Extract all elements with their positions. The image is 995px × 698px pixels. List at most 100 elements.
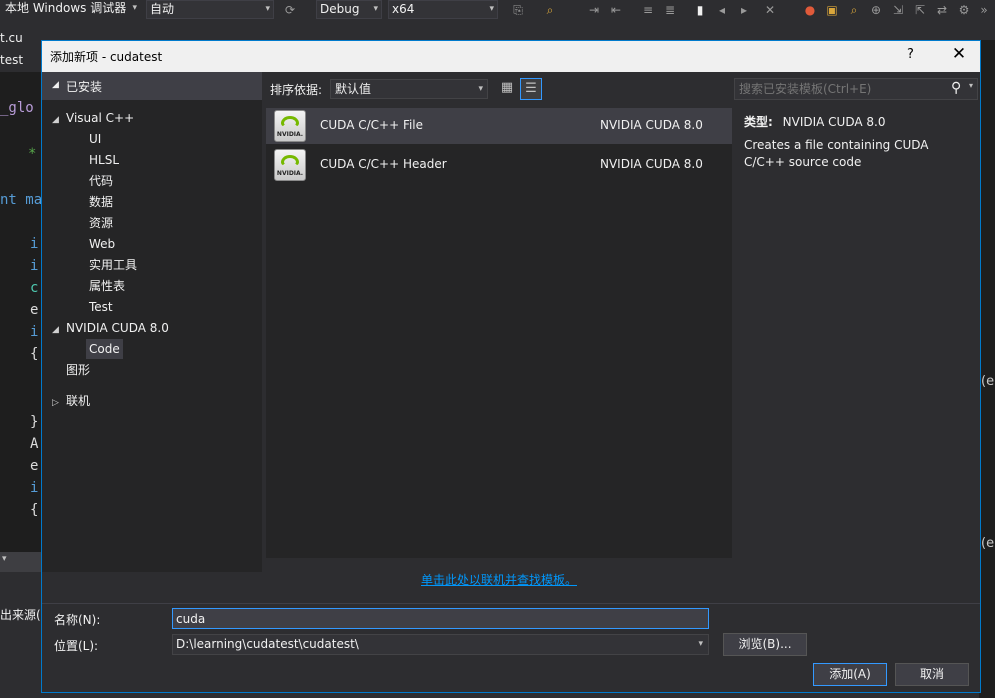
template-language: NVIDIA CUDA 8.0: [600, 118, 703, 132]
code-editor[interactable]: _glo * nt ma i i c e i { } A e i {: [0, 72, 42, 552]
prev-bookmark-icon[interactable]: ◂: [714, 2, 730, 18]
uncomment-icon[interactable]: ≣: [662, 2, 678, 18]
folder-icon[interactable]: ▣: [824, 2, 840, 18]
name-field[interactable]: [172, 608, 709, 629]
name-label: 名称(N):: [54, 613, 101, 627]
chevron-down-icon: ▾: [132, 3, 137, 13]
tree-item-visual-cpp[interactable]: ◢ Visual C++: [52, 108, 134, 128]
chevron-down-icon[interactable]: ▾: [969, 81, 973, 90]
sync-icon[interactable]: ⇄: [934, 2, 950, 18]
location-dropdown[interactable]: D:\learning\cudatest\cudatest\ ▾: [172, 634, 709, 655]
code-fragment: (e: [981, 536, 995, 551]
sort-label: 排序依据:: [270, 83, 323, 97]
code-line: i: [30, 480, 39, 496]
extension-icon[interactable]: ●: [802, 2, 818, 18]
tree-item-ui[interactable]: UI: [89, 129, 101, 149]
help-button[interactable]: ?: [907, 47, 914, 62]
cancel-button[interactable]: 取消: [895, 663, 969, 686]
clear-bookmarks-icon[interactable]: ✕: [762, 2, 778, 18]
find-icon[interactable]: ⌕: [542, 2, 558, 18]
code-line: A: [30, 436, 39, 452]
tree-item-code[interactable]: 代码: [89, 171, 113, 191]
code-line: nt ma: [0, 192, 42, 208]
template-language: NVIDIA CUDA 8.0: [600, 157, 703, 171]
list-view-icon[interactable]: ☰: [520, 78, 542, 100]
code-line: i: [30, 236, 39, 252]
code-line: e: [30, 458, 39, 474]
category-tree: ◢ 已安装 ◢ Visual C++ UI HLSL 代码 数据 资源 Web 实…: [42, 72, 262, 572]
browse-button[interactable]: 浏览(B)...: [723, 633, 807, 656]
tree-item-hlsl[interactable]: HLSL: [89, 150, 119, 170]
comment-icon[interactable]: ≡: [640, 2, 656, 18]
type-line: 类型: NVIDIA CUDA 8.0: [744, 113, 885, 130]
tree-item-online[interactable]: ▷ 联机: [52, 391, 90, 411]
add-button[interactable]: 添加(A): [813, 663, 887, 686]
location-label: 位置(L):: [54, 639, 99, 653]
search-icon[interactable]: ⚲: [951, 80, 961, 96]
next-bookmark-icon[interactable]: ▸: [736, 2, 752, 18]
code-line: c: [30, 280, 39, 296]
attach-icon[interactable]: ⎘: [510, 2, 526, 18]
tree-item-cuda-code[interactable]: Code: [86, 339, 123, 359]
auto-combo[interactable]: 自动 ▾: [146, 0, 274, 19]
tree-item-test[interactable]: Test: [89, 297, 113, 317]
dialog-title: 添加新项 - cudatest: [50, 50, 163, 64]
tab-project[interactable]: test: [0, 53, 23, 71]
close-icon[interactable]: ✕: [947, 44, 971, 66]
tab-source-file[interactable]: t.cu: [0, 31, 23, 49]
type-value: NVIDIA CUDA 8.0: [782, 115, 886, 129]
tree-item-resource[interactable]: 资源: [89, 213, 113, 233]
expand-icon[interactable]: ⇱: [912, 2, 928, 18]
ide-tab-strip: t.cu test: [0, 30, 42, 72]
tree-item-nvidia-cuda[interactable]: ◢ NVIDIA CUDA 8.0: [52, 318, 169, 338]
code-line: {: [30, 346, 39, 362]
nvidia-icon: NVIDIA.: [274, 110, 306, 142]
template-description: Creates a file containing CUDA C/C++ sou…: [744, 138, 929, 169]
code-line: _glo: [0, 100, 34, 116]
search-input[interactable]: [735, 79, 947, 99]
code-line: *: [28, 146, 37, 162]
debugger-combo[interactable]: 本地 Windows 调试器 ▾: [2, 0, 140, 19]
code-line: i: [30, 258, 39, 274]
zoom-icon[interactable]: ⊕: [868, 2, 884, 18]
tree-item-data[interactable]: 数据: [89, 192, 113, 212]
configuration-combo[interactable]: Debug ▾: [316, 0, 382, 19]
output-panel: ▾ 出来源(S): [0, 552, 53, 698]
tree-item-utility[interactable]: 实用工具: [89, 255, 137, 275]
sort-dropdown[interactable]: 默认值 ▾: [330, 79, 488, 99]
template-search[interactable]: ⚲ ▾: [734, 78, 978, 100]
find-templates-online-link[interactable]: 单击此处以联机并查找模板。: [266, 571, 732, 588]
platform-combo-label: x64: [392, 2, 415, 16]
refresh-icon[interactable]: ⟳: [282, 2, 298, 18]
overflow-icon[interactable]: »: [976, 2, 992, 18]
code-line: }: [30, 414, 39, 430]
collapsed-triangle-icon: ▷: [52, 398, 59, 408]
indent-icon[interactable]: ⇥: [586, 2, 602, 18]
search-files-icon[interactable]: ⌕: [846, 2, 862, 18]
expand-triangle-icon: ◢: [52, 325, 59, 335]
right-margin: (e (e: [979, 40, 995, 698]
nvidia-icon-text: NVIDIA.: [276, 170, 304, 177]
template-item-cuda-header[interactable]: NVIDIA. CUDA C/C++ Header NVIDIA CUDA 8.…: [266, 147, 732, 183]
configuration-combo-label: Debug: [320, 2, 360, 16]
tree-item-web[interactable]: Web: [89, 234, 115, 254]
outdent-icon[interactable]: ⇤: [608, 2, 624, 18]
location-value: D:\learning\cudatest\cudatest\: [176, 637, 359, 651]
scroll-bar[interactable]: ▾: [0, 552, 42, 572]
template-item-cuda-file[interactable]: NVIDIA. CUDA C/C++ File NVIDIA CUDA 8.0: [266, 108, 732, 144]
bookmark-icon[interactable]: ▮: [692, 2, 708, 18]
tree-item-graphics[interactable]: 图形: [66, 360, 90, 380]
template-name: CUDA C/C++ File: [320, 118, 424, 132]
tree-item-label: NVIDIA CUDA 8.0: [66, 321, 169, 335]
dialog-titlebar: 添加新项 - cudatest ? ✕: [42, 41, 980, 72]
installed-header[interactable]: ◢ 已安装: [42, 72, 262, 100]
settings-icon[interactable]: ⚙: [956, 2, 972, 18]
code-line: i: [30, 324, 39, 340]
nvidia-eye-mark: [281, 116, 299, 128]
tree-item-label: Visual C++: [66, 111, 135, 125]
type-label: 类型:: [744, 115, 773, 129]
platform-combo[interactable]: x64 ▾: [388, 0, 498, 19]
collapse-icon[interactable]: ⇲: [890, 2, 906, 18]
grid-view-icon[interactable]: ▦: [496, 78, 518, 100]
tree-item-property-sheets[interactable]: 属性表: [89, 276, 125, 296]
